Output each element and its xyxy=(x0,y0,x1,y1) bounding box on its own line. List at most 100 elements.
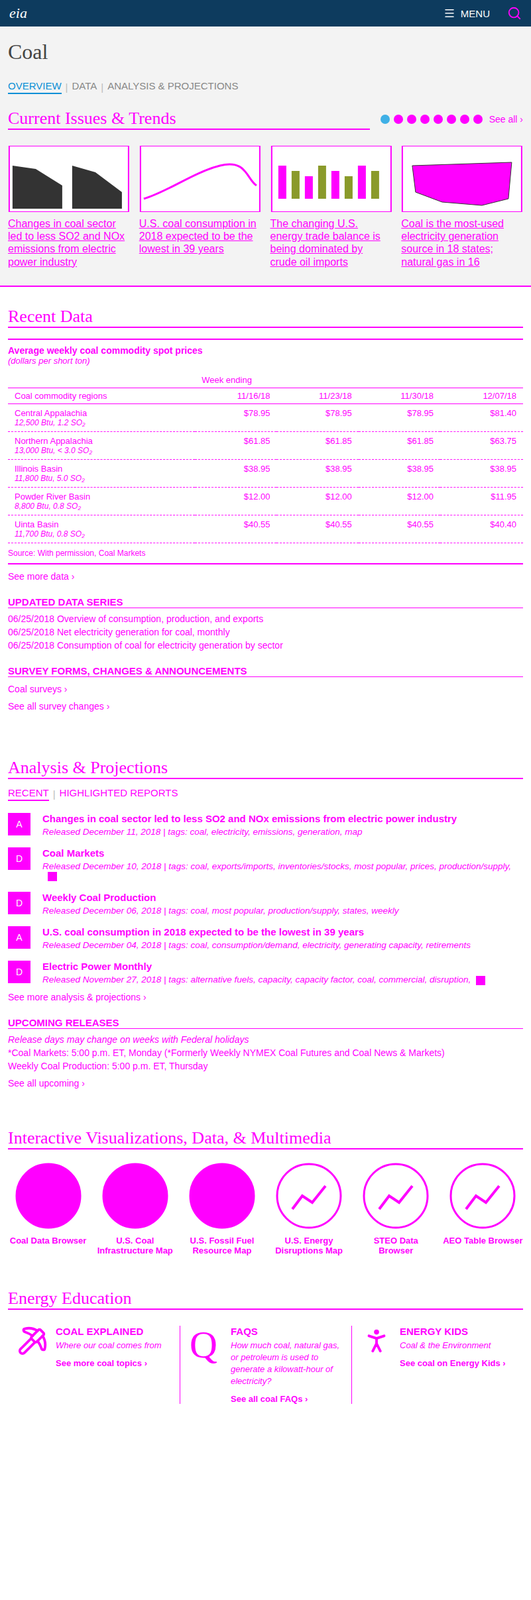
report-title[interactable]: Weekly Coal Production xyxy=(42,892,156,904)
education-link[interactable]: See more coal topics › xyxy=(55,1358,162,1369)
tab[interactable]: ANALYSIS & PROJECTIONS xyxy=(107,80,238,95)
table-cell: $63.75 xyxy=(440,431,524,460)
tab-separator: | xyxy=(53,788,56,801)
survey-link[interactable]: See all survey changes › xyxy=(7,701,524,712)
carousel-dot[interactable] xyxy=(473,114,483,124)
issue-card[interactable]: The changing U.S. energy trade balance i… xyxy=(270,145,393,269)
table-units: (dollars per short ton) xyxy=(7,355,524,366)
visualization-link[interactable]: U.S. Coal Infrastructure Map xyxy=(94,1163,176,1257)
tab[interactable]: DATA xyxy=(71,80,97,95)
table-cell: $38.95 xyxy=(194,459,277,488)
report-type-badge: D xyxy=(7,961,31,984)
visualization-icon xyxy=(449,1163,516,1230)
see-more-data-link[interactable]: See more data › xyxy=(7,571,524,583)
card-title: Coal is the most-used electricity genera… xyxy=(401,217,524,269)
carousel-dots xyxy=(380,114,483,124)
visualization-link[interactable]: AEO Table Browser xyxy=(442,1163,524,1257)
education-heading: COAL EXPLAINED xyxy=(55,1326,162,1338)
tab-separator: | xyxy=(100,81,104,93)
education-link[interactable]: See all coal FAQs › xyxy=(230,1394,343,1405)
issue-card[interactable]: Changes in coal sector led to less SO2 a… xyxy=(7,145,130,269)
analysis-section: Analysis & ProjectionsRECENT|HIGHLIGHTED… xyxy=(0,718,531,1096)
table-cell: $78.95 xyxy=(358,403,441,432)
price-table: Week endingCoal commodity regions11/16/1… xyxy=(7,372,524,544)
report-title[interactable]: U.S. coal consumption in 2018 expected t… xyxy=(42,926,364,939)
report-title[interactable]: Changes in coal sector led to less SO2 a… xyxy=(42,813,457,825)
title-band: CoalOVERVIEW|DATA|ANALYSIS & PROJECTIONS xyxy=(0,26,531,100)
issues-section: Current Issues & Trends See all › Changes … xyxy=(0,99,531,288)
report-title[interactable]: Electric Power Monthly xyxy=(42,961,152,973)
carousel-dot[interactable] xyxy=(420,114,430,124)
carousel-dot[interactable] xyxy=(380,114,390,124)
eia-logo[interactable]: eia xyxy=(9,4,28,22)
more-tags-button[interactable] xyxy=(475,976,486,986)
education-column: QFAQSHow much coal, natural gas, or petr… xyxy=(179,1326,352,1406)
visualization-icon xyxy=(188,1163,256,1230)
report-meta: Released December 11, 2018 | tags: coal,… xyxy=(42,827,457,838)
see-all-link[interactable]: See all › xyxy=(489,114,524,125)
table-cell: $38.95 xyxy=(440,459,524,488)
more-tags-button[interactable] xyxy=(47,872,58,882)
column-header: 11/30/18 xyxy=(358,387,441,404)
report-item: AU.S. coal consumption in 2018 expected … xyxy=(7,926,524,951)
visualization-icon xyxy=(275,1163,343,1230)
section-title: Current Issues & Trends xyxy=(7,108,370,130)
report-type-badge: D xyxy=(7,847,31,871)
issue-card[interactable]: U.S. coal consumption in 2018 expected t… xyxy=(139,145,262,269)
pickaxe-icon xyxy=(17,1326,48,1357)
visualization-icon xyxy=(15,1163,82,1230)
data-series-item[interactable]: 06/25/2018 Overview of consumption, prod… xyxy=(7,613,524,625)
report-meta: Released December 10, 2018 | tags: coal,… xyxy=(42,861,524,882)
kid-icon xyxy=(361,1326,392,1357)
data-series-item[interactable]: 06/25/2018 Consumption of coal for elect… xyxy=(7,640,524,651)
header: eia MENU xyxy=(0,0,531,27)
page-title: Coal xyxy=(7,39,524,65)
card-title: Changes in coal sector led to less SO2 a… xyxy=(7,217,130,269)
carousel-dot[interactable] xyxy=(460,114,470,124)
report-type-badge: A xyxy=(7,813,31,836)
table-cell: $61.85 xyxy=(276,431,358,460)
see-more-analysis-link[interactable]: See more analysis & projections › xyxy=(7,992,524,1003)
analysis-tab[interactable]: HIGHLIGHTED REPORTS xyxy=(59,787,179,802)
education-text: Where our coal comes from xyxy=(55,1340,162,1353)
carousel-dot[interactable] xyxy=(393,114,404,124)
section-title: Interactive Visualizations, Data, & Mult… xyxy=(7,1128,524,1151)
report-item: A Changes in coal sector led to less SO2 … xyxy=(7,813,524,838)
column-header: Coal commodity regions xyxy=(7,387,195,404)
table-cell: $12.00 xyxy=(276,487,358,516)
analysis-tab[interactable]: RECENT xyxy=(7,787,50,802)
tab[interactable]: OVERVIEW xyxy=(7,80,62,95)
carousel-dot[interactable] xyxy=(433,114,443,124)
education-link[interactable]: See coal on Energy Kids › xyxy=(399,1358,506,1369)
table-cell: $11.95 xyxy=(440,487,524,516)
tab-bar: OVERVIEW|DATA|ANALYSIS & PROJECTIONS xyxy=(7,80,524,95)
survey-link[interactable]: Coal surveys › xyxy=(7,684,524,695)
report-title[interactable]: Coal Markets xyxy=(42,847,105,860)
table-cell: $12.00 xyxy=(358,487,441,516)
report-type-badge: D xyxy=(7,892,31,915)
recent-data: Recent DataAverage weekly coal commodity… xyxy=(0,287,531,719)
upcoming-release: *Coal Markets: 5:00 p.m. ET, Monday (*Fo… xyxy=(7,1048,524,1059)
carousel-dot[interactable] xyxy=(446,114,457,124)
data-series-item[interactable]: 06/25/2018 Net electricity generation fo… xyxy=(7,627,524,638)
report-item: D Coal MarketsReleased December 10, 2018 … xyxy=(7,847,524,882)
issue-card[interactable]: Coal is the most-used electricity genera… xyxy=(401,145,524,269)
see-all-upcoming-link[interactable]: See all upcoming › xyxy=(7,1078,524,1090)
upcoming-note: Release days may change on weeks with Fe… xyxy=(7,1034,524,1046)
table-cell: $38.95 xyxy=(276,459,358,488)
table-cell: $81.40 xyxy=(440,403,524,432)
search-icon[interactable] xyxy=(507,5,522,21)
carousel-dot[interactable] xyxy=(407,114,417,124)
table-cell: $40.55 xyxy=(358,515,441,543)
table-cell: $40.40 xyxy=(440,515,524,543)
price-table-box: Average weekly coal commodity spot price… xyxy=(7,338,524,565)
education-column: ENERGY KIDSCoal & the EnvironmentSee coa… xyxy=(351,1326,524,1406)
tab-separator: | xyxy=(65,81,69,93)
visualization-link[interactable]: U.S. Energy Disruptions Map xyxy=(268,1163,349,1257)
visualization-link[interactable]: Coal Data Browser xyxy=(7,1163,89,1257)
card-title: U.S. coal consumption in 2018 expected t… xyxy=(139,217,262,256)
table-row: Illinois Basin11,800 Btu, 5.0 SO₂$38.95$… xyxy=(7,459,524,488)
visualization-link[interactable]: U.S. Fossil Fuel Resource Map xyxy=(181,1163,262,1257)
menu-button[interactable]: MENU xyxy=(439,6,494,20)
visualization-link[interactable]: STEO Data Browser xyxy=(355,1163,437,1257)
